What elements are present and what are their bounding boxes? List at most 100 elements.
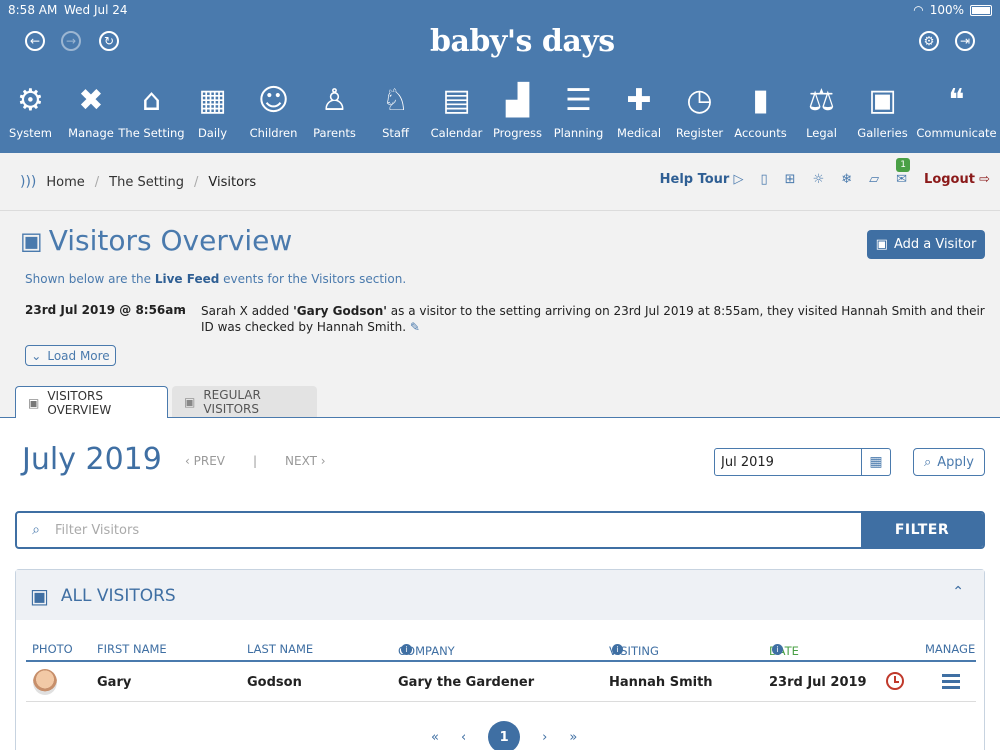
visitor-badge-icon: ▣ (30, 584, 49, 608)
nav-item-label: Daily (197, 126, 228, 140)
nav-item-label: Calendar (430, 126, 483, 140)
messages-icon[interactable]: ✉ 1 (896, 158, 911, 187)
page-title-text: Visitors Overview (48, 224, 293, 257)
help-tour-link[interactable]: Help Tour ▷ (660, 172, 744, 187)
nav-item-staff[interactable]: ♘ Staff (365, 82, 426, 146)
gear-icon: ⚙ (17, 83, 44, 118)
month-title: July 2019 (22, 442, 162, 477)
prev-page-button[interactable]: ‹ (461, 730, 466, 745)
nav-item-label: Parents (313, 126, 356, 140)
add-visitor-button[interactable]: ▣ Add a Visitor (867, 230, 985, 259)
month-input[interactable] (714, 448, 862, 476)
breadcrumb-bar: ))) Home / The Setting / Visitors Help T… (0, 153, 1000, 211)
intro-text-end: events for the Visitors section. (219, 272, 407, 286)
help-tour-label: Help Tour (659, 172, 730, 187)
settings-button[interactable]: ⚙ (919, 31, 939, 51)
nav-item-galleries[interactable]: ▣ Galleries (852, 82, 913, 146)
visitor-photo (33, 669, 57, 695)
calendar-picker-button[interactable]: ▦ (861, 448, 891, 476)
cell-first-name: Gary (97, 675, 132, 690)
load-more-button[interactable]: ⌄ Load More (25, 345, 116, 366)
refresh-button[interactable]: ↻ (99, 31, 119, 51)
nav-item-planning[interactable]: ☰ Planning (548, 82, 609, 146)
table-row[interactable]: Gary Godson Gary the Gardener Hannah Smi… (26, 664, 976, 702)
tab-visitors-overview[interactable]: ▣ VISITORS OVERVIEW (15, 386, 168, 418)
nav-item-the-setting[interactable]: ⌂ The Setting (118, 82, 185, 146)
apply-button[interactable]: ⌕ Apply (913, 448, 985, 476)
nav-item-manage[interactable]: ✖ Manage (61, 82, 121, 146)
nav-item-register[interactable]: ◷ Register (669, 82, 730, 146)
breadcrumb-setting[interactable]: The Setting (109, 175, 184, 190)
nav-item-children[interactable]: ☺ Children (243, 82, 304, 146)
load-more-label: Load More (47, 348, 110, 363)
info-icon: i (401, 644, 412, 655)
toolbar: Help Tour ▷ ▯ ⊞ ☼ ❄ ▱ ✉ 1 Logout ⇨ (660, 158, 990, 187)
live-feed-icon[interactable]: ))) (20, 174, 36, 190)
filter-button[interactable]: FILTER (861, 513, 983, 547)
nav-item-parents[interactable]: ♙ Parents (304, 82, 365, 146)
nav-item-progress[interactable]: ▟ Progress (487, 82, 548, 146)
nav-item-accounts[interactable]: ▮ Accounts (730, 82, 791, 146)
note-icon[interactable]: ▱ (869, 172, 879, 187)
forward-button[interactable]: → (61, 31, 81, 51)
logout-link[interactable]: Logout ⇨ (924, 172, 990, 187)
tab-regular-visitors-label: REGULAR VISITORS (203, 387, 261, 416)
col-first-name[interactable]: FIRST NAME (97, 642, 167, 656)
nav-item-legal[interactable]: ⚖ Legal (791, 82, 852, 146)
col-last-name[interactable]: LAST NAME (247, 642, 313, 656)
first-page-button[interactable]: « (431, 730, 439, 745)
back-button[interactable]: ← (25, 31, 45, 51)
search-icon: ⌕ (32, 522, 40, 538)
nav-item-label: Legal (806, 126, 837, 140)
play-circle-icon: ▷ (733, 172, 744, 187)
last-page-button[interactable]: » (569, 730, 577, 745)
baby-face-icon: ☺ (257, 83, 290, 118)
nav-item-calendar[interactable]: ▤ Calendar (426, 82, 487, 146)
info-icon: i (772, 644, 783, 655)
grid-icon[interactable]: ⊞ (785, 172, 796, 187)
logout-label: Logout (924, 172, 975, 187)
sun-icon[interactable]: ☼ (813, 172, 825, 187)
clock-icon[interactable] (886, 672, 904, 690)
feed-dash: - (180, 303, 185, 317)
status-date: Wed Jul 24 (64, 3, 128, 17)
snowflake-icon[interactable]: ❄ (841, 172, 852, 187)
nav-item-daily[interactable]: ▦ Daily (182, 82, 243, 146)
arrow-left-icon: ← (29, 34, 41, 48)
nav-item-label: Galleries (857, 126, 908, 140)
prev-label: PREV (193, 454, 225, 468)
panel-header[interactable]: ▣ ALL VISITORS ⌃ (16, 570, 984, 620)
current-page[interactable]: 1 (488, 721, 521, 750)
calendar-24-icon: ▦ (198, 83, 227, 118)
month-pager: ‹ PREV | NEXT › (185, 454, 326, 468)
nav-item-medical[interactable]: ✚ Medical (609, 82, 669, 146)
exit-button[interactable]: ⇥ (955, 31, 975, 51)
wifi-icon: ◠ (913, 3, 924, 17)
panel-title-text: ALL VISITORS (60, 586, 176, 606)
add-visitor-label: Add a Visitor (893, 237, 977, 252)
cell-visiting: Hannah Smith (609, 675, 713, 690)
nav-item-communicate[interactable]: ❝ Communicate (913, 82, 1000, 146)
feed-timestamp: 23rd Jul 2019 @ 8:56am (25, 303, 186, 317)
medical-cross-icon: ✚ (626, 83, 652, 118)
visitor-badge-icon: ▣ (184, 394, 196, 409)
nav-item-label: The Setting (118, 126, 185, 140)
breadcrumb-home[interactable]: Home (46, 175, 84, 190)
col-photo: PHOTO (32, 642, 73, 656)
chevron-up-icon[interactable]: ⌃ (952, 584, 964, 600)
tab-regular-visitors[interactable]: ▣ REGULAR VISITORS (172, 386, 317, 417)
prev-month-button[interactable]: ‹ PREV (185, 454, 225, 468)
binders-icon: ▮ (752, 83, 769, 118)
logout-icon: ⇨ (979, 172, 990, 187)
visitor-badge-icon: ▣ (20, 226, 43, 255)
parents-icon: ♙ (321, 83, 348, 118)
nav-item-system[interactable]: ⚙ System (0, 82, 61, 146)
next-month-button[interactable]: NEXT › (285, 454, 326, 468)
intro-text: Shown below are the (25, 272, 155, 286)
id-card-icon[interactable]: ▯ (761, 172, 768, 187)
next-page-button[interactable]: › (542, 730, 547, 745)
pencil-icon[interactable]: ✎ (410, 320, 420, 334)
manage-menu-icon[interactable] (942, 674, 960, 689)
status-right: ◠ 100% (913, 3, 992, 17)
filter-visitors-input[interactable] (55, 513, 861, 547)
